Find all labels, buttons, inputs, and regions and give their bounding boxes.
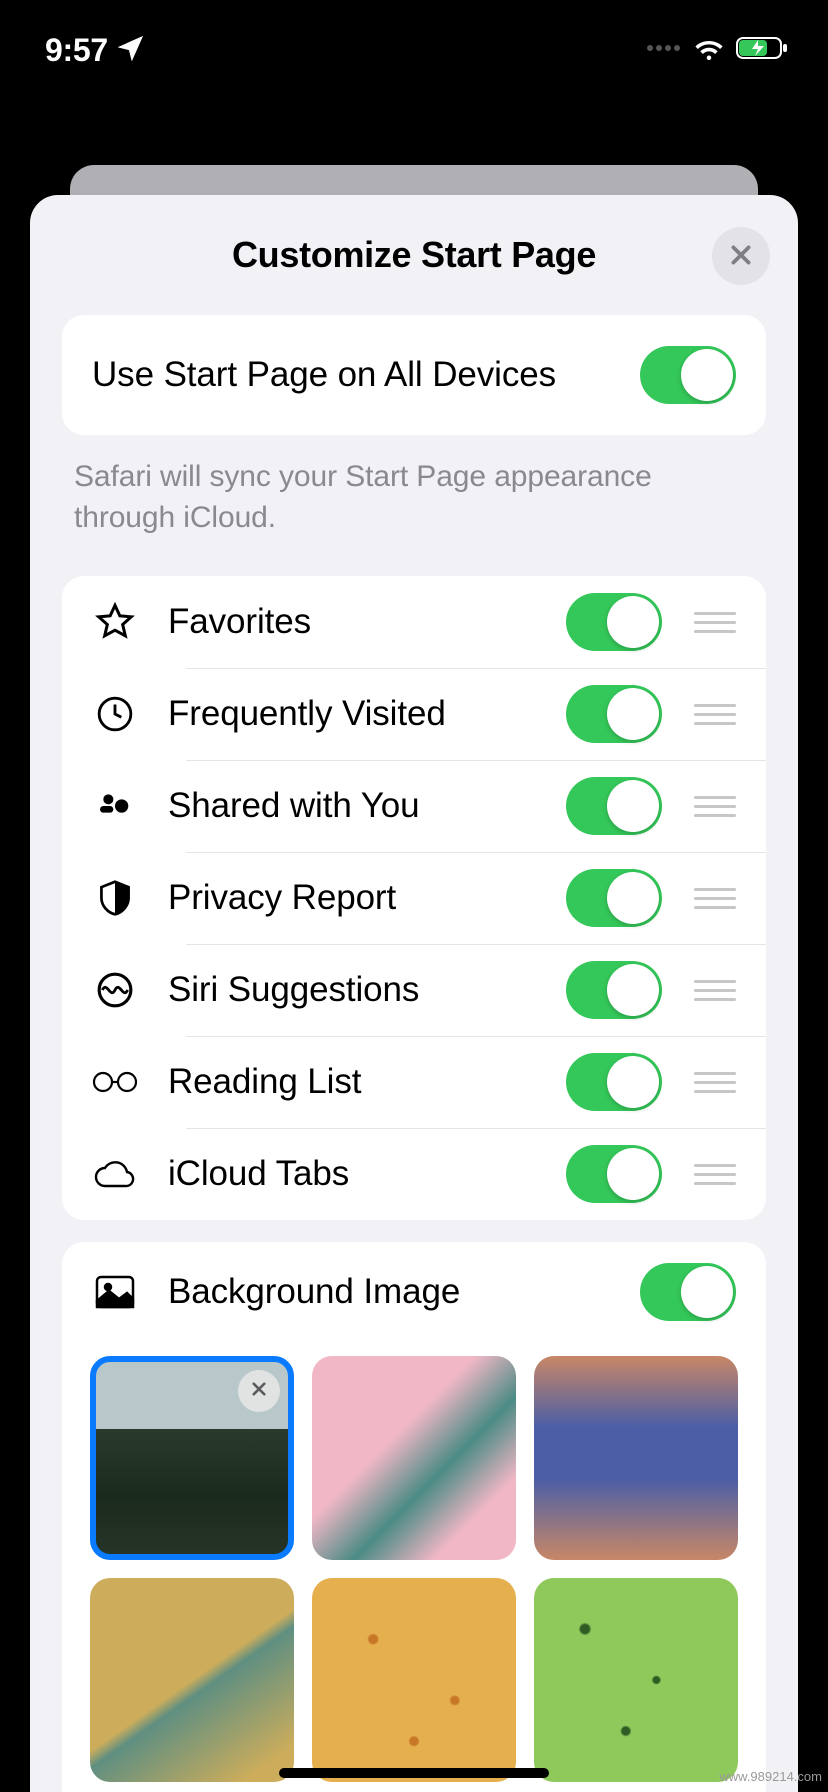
background-tile-custom-photo[interactable] — [90, 1356, 294, 1560]
reading-list-toggle[interactable] — [566, 1053, 662, 1111]
home-indicator[interactable] — [279, 1768, 549, 1778]
siri-icon — [92, 971, 138, 1009]
page-title: Customize Start Page — [232, 234, 596, 276]
row-shared-with-you: Shared with You — [62, 760, 766, 852]
image-icon — [92, 1275, 138, 1309]
status-bar-right — [646, 35, 790, 66]
sync-group: Use Start Page on All Devices — [62, 315, 766, 435]
star-icon — [92, 602, 138, 642]
background-grid — [62, 1342, 766, 1792]
reading-list-label: Reading List — [168, 1062, 566, 1102]
wifi-icon — [692, 35, 726, 66]
background-image-toggle[interactable] — [640, 1263, 736, 1321]
customize-start-page-sheet: Customize Start Page Use Start Page on A… — [30, 195, 798, 1792]
sync-footer-text: Safari will sync your Start Page appeara… — [74, 457, 754, 538]
background-tile-dots-orange[interactable] — [312, 1578, 516, 1782]
location-icon — [118, 35, 144, 66]
siri-suggestions-label: Siri Suggestions — [168, 970, 566, 1010]
close-icon — [250, 1380, 268, 1403]
watermark: www.989214.com — [719, 1770, 822, 1784]
remove-background-button[interactable] — [238, 1370, 280, 1412]
row-background-image: Background Image — [62, 1242, 766, 1342]
cloud-icon — [92, 1158, 138, 1190]
background-tile-bear[interactable] — [534, 1356, 738, 1560]
drag-handle[interactable] — [694, 796, 736, 817]
shared-with-you-label: Shared with You — [168, 786, 566, 826]
row-favorites: Favorites — [62, 576, 766, 668]
background-tile-dots-green[interactable] — [534, 1578, 738, 1782]
row-privacy-report: Privacy Report — [62, 852, 766, 944]
cellular-dots-icon — [646, 41, 682, 59]
close-icon — [728, 242, 754, 271]
close-button[interactable] — [712, 227, 770, 285]
drag-handle[interactable] — [694, 980, 736, 1001]
sync-toggle[interactable] — [640, 346, 736, 404]
favorites-toggle[interactable] — [566, 593, 662, 651]
background-image-group: Background Image — [62, 1242, 766, 1792]
row-siri-suggestions: Siri Suggestions — [62, 944, 766, 1036]
icloud-tabs-toggle[interactable] — [566, 1145, 662, 1203]
drag-handle[interactable] — [694, 1072, 736, 1093]
frequently-visited-toggle[interactable] — [566, 685, 662, 743]
row-reading-list: Reading List — [62, 1036, 766, 1128]
row-frequently-visited: Frequently Visited — [62, 668, 766, 760]
frequently-visited-label: Frequently Visited — [168, 694, 566, 734]
sections-group: Favorites Frequently Visited Shared with… — [62, 576, 766, 1220]
battery-icon — [736, 35, 790, 66]
drag-handle[interactable] — [694, 704, 736, 725]
shield-icon — [92, 879, 138, 917]
status-bar: 9:57 — [0, 0, 828, 100]
drag-handle[interactable] — [694, 612, 736, 633]
background-tile-butterfly[interactable] — [312, 1356, 516, 1560]
use-start-page-all-devices-row: Use Start Page on All Devices — [62, 315, 766, 435]
background-tile-toucan[interactable] — [90, 1578, 294, 1782]
shared-with-you-toggle[interactable] — [566, 777, 662, 835]
icloud-tabs-label: iCloud Tabs — [168, 1154, 566, 1194]
status-time: 9:57 — [45, 32, 108, 69]
background-image-label: Background Image — [168, 1272, 640, 1312]
drag-handle[interactable] — [694, 1164, 736, 1185]
siri-suggestions-toggle[interactable] — [566, 961, 662, 1019]
row-icloud-tabs: iCloud Tabs — [62, 1128, 766, 1220]
favorites-label: Favorites — [168, 602, 566, 642]
sync-label: Use Start Page on All Devices — [92, 355, 640, 395]
people-icon — [92, 786, 138, 826]
sheet-header: Customize Start Page — [30, 195, 798, 315]
clock-icon — [92, 695, 138, 733]
drag-handle[interactable] — [694, 888, 736, 909]
glasses-icon — [92, 1069, 138, 1095]
privacy-report-toggle[interactable] — [566, 869, 662, 927]
status-bar-left: 9:57 — [45, 32, 144, 69]
privacy-report-label: Privacy Report — [168, 878, 566, 918]
